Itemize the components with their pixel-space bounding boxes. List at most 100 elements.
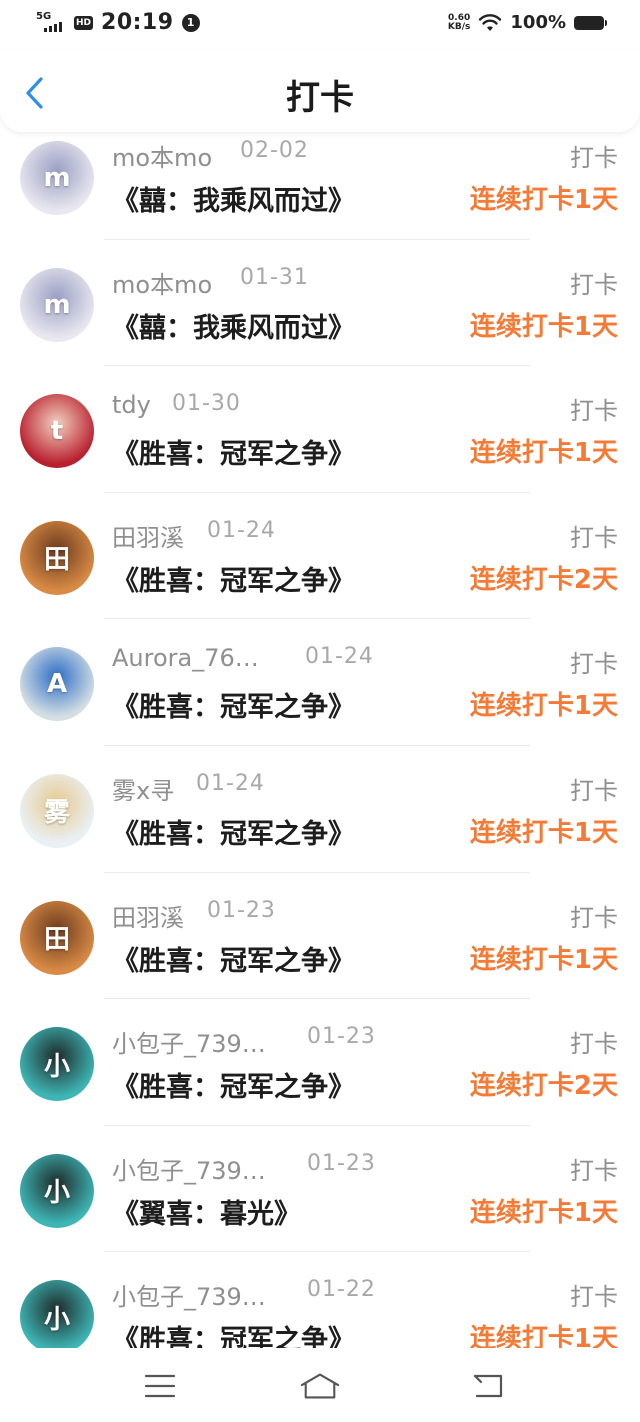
checkin-item[interactable]: t tdy 01-30 打卡 《胜喜：冠军之争》 连续打卡1天 xyxy=(0,366,640,493)
streak-label: 连续打卡2天 xyxy=(469,564,618,595)
user-name[interactable]: 雾x寻 xyxy=(112,771,174,806)
avatar-initial: 小 xyxy=(43,1051,70,1082)
streak-label: 连续打卡1天 xyxy=(469,1197,618,1228)
checkin-item[interactable]: 小 小包子_739… 01-23 打卡 《翼喜：暮光》 连续打卡1天 xyxy=(0,1126,640,1253)
avatar[interactable]: m xyxy=(20,141,94,215)
checkin-action-label: 打卡 xyxy=(570,523,618,552)
user-name[interactable]: mo本mo xyxy=(112,265,212,300)
avatar[interactable]: m xyxy=(20,267,94,342)
book-title[interactable]: 《胜喜：冠军之争》 xyxy=(112,939,355,978)
menu-icon xyxy=(144,1374,176,1398)
streak-label: 连续打卡1天 xyxy=(469,944,618,975)
menu-button[interactable] xyxy=(140,1366,180,1406)
home-button[interactable] xyxy=(300,1366,340,1406)
checkin-item[interactable]: 小 小包子_739… 01-22 打卡 《胜喜：冠军之争》 连续打卡1天 xyxy=(0,1252,640,1348)
checkin-date: 01-24 xyxy=(207,517,276,543)
book-title[interactable]: 《胜喜：冠军之争》 xyxy=(112,812,355,851)
checkin-action-label: 打卡 xyxy=(570,397,618,426)
avatar-initial: A xyxy=(46,669,68,700)
checkin-date: 01-23 xyxy=(207,897,276,923)
clock: 20:19 xyxy=(101,10,174,35)
streak-label: 连续打卡1天 xyxy=(469,691,618,722)
checkin-date: 01-31 xyxy=(240,264,309,290)
streak-label: 连续打卡1天 xyxy=(469,311,618,342)
checkin-action-label: 打卡 xyxy=(570,1283,618,1312)
book-title[interactable]: 《囍：我乘风而过》 xyxy=(112,179,355,218)
user-name[interactable]: 田羽溪 xyxy=(112,518,184,553)
status-bar: 5G HD 20:19 1 0.60 KB/s 100% xyxy=(0,0,640,50)
hd-badge: HD xyxy=(74,15,94,30)
checkin-date: 01-23 xyxy=(307,1024,376,1050)
checkin-list[interactable]: m mo本mo 02-02 打卡 《囍：我乘风而过》 连续打卡1天 m mo本m… xyxy=(0,113,640,1348)
avatar-initial: m xyxy=(43,289,71,320)
user-name[interactable]: tdy xyxy=(112,391,151,419)
return-icon xyxy=(473,1374,503,1398)
checkin-date: 01-30 xyxy=(172,391,241,417)
checkin-date: 02-02 xyxy=(240,138,309,163)
avatar-initial: 小 xyxy=(43,1304,70,1335)
streak-label: 连续打卡1天 xyxy=(469,1324,618,1348)
user-name[interactable]: Aurora_76… xyxy=(112,644,259,672)
user-name[interactable]: 小包子_739… xyxy=(112,1151,266,1186)
return-button[interactable] xyxy=(468,1366,508,1406)
network-type: 5G xyxy=(36,10,52,22)
user-name[interactable]: mo本mo xyxy=(112,138,212,173)
avatar-initial: 田 xyxy=(43,925,70,956)
avatar[interactable]: 小 xyxy=(20,1153,94,1228)
network-speed: 0.60 KB/s xyxy=(447,13,471,32)
avatar[interactable]: 田 xyxy=(20,520,94,595)
home-icon xyxy=(300,1373,340,1399)
streak-label: 连续打卡1天 xyxy=(469,185,618,215)
book-title[interactable]: 《胜喜：冠军之争》 xyxy=(112,1318,355,1348)
book-title[interactable]: 《胜喜：冠军之争》 xyxy=(112,432,355,471)
checkin-item[interactable]: 小 小包子_739… 01-23 打卡 《胜喜：冠军之争》 连续打卡2天 xyxy=(0,999,640,1126)
checkin-date: 01-24 xyxy=(305,644,374,670)
checkin-action-label: 打卡 xyxy=(570,903,618,932)
notification-badge: 1 xyxy=(181,13,200,32)
battery-icon xyxy=(574,15,607,30)
avatar[interactable]: A xyxy=(20,647,94,722)
speed-unit: KB/s xyxy=(447,21,471,32)
checkin-item[interactable]: 田 田羽溪 01-24 打卡 《胜喜：冠军之争》 连续打卡2天 xyxy=(0,493,640,620)
checkin-action-label: 打卡 xyxy=(570,1156,618,1185)
book-title[interactable]: 《囍：我乘风而过》 xyxy=(112,306,355,345)
checkin-item[interactable]: 雾 雾x寻 01-24 打卡 《胜喜：冠军之争》 连续打卡1天 xyxy=(0,746,640,873)
avatar[interactable]: 田 xyxy=(20,900,94,975)
wifi-icon xyxy=(479,13,502,31)
checkin-item[interactable]: 田 田羽溪 01-23 打卡 《胜喜：冠军之争》 连续打卡1天 xyxy=(0,873,640,1000)
checkin-action-label: 打卡 xyxy=(570,270,618,299)
user-name[interactable]: 小包子_739… xyxy=(112,1277,266,1312)
streak-label: 连续打卡1天 xyxy=(469,438,618,469)
avatar-initial: t xyxy=(50,416,64,447)
user-name[interactable]: 小包子_739… xyxy=(112,1024,266,1059)
page-title: 打卡 xyxy=(286,78,354,118)
app-header: 打卡 xyxy=(0,50,640,132)
avatar-initial: 小 xyxy=(43,1178,70,1209)
user-name[interactable]: 田羽溪 xyxy=(112,898,184,933)
system-nav-bar xyxy=(0,1348,640,1422)
checkin-date: 01-22 xyxy=(307,1277,376,1303)
checkin-date: 01-23 xyxy=(307,1150,376,1176)
checkin-action-label: 打卡 xyxy=(570,650,618,679)
checkin-action-label: 打卡 xyxy=(570,144,618,172)
checkin-action-label: 打卡 xyxy=(570,776,618,805)
avatar-initial: 田 xyxy=(43,545,70,576)
book-title[interactable]: 《胜喜：冠军之争》 xyxy=(112,685,355,724)
battery-percent: 100% xyxy=(510,12,566,33)
avatar[interactable]: 雾 xyxy=(20,773,94,848)
streak-label: 连续打卡1天 xyxy=(469,817,618,848)
book-title[interactable]: 《胜喜：冠军之争》 xyxy=(112,1065,355,1104)
book-title[interactable]: 《翼喜：暮光》 xyxy=(112,1192,301,1231)
checkin-item[interactable]: m mo本mo 01-31 打卡 《囍：我乘风而过》 连续打卡1天 xyxy=(0,240,640,367)
checkin-item[interactable]: A Aurora_76… 01-24 打卡 《胜喜：冠军之争》 连续打卡1天 xyxy=(0,619,640,746)
book-title[interactable]: 《胜喜：冠军之争》 xyxy=(112,559,355,598)
signal-icon: 5G xyxy=(36,10,66,34)
checkin-action-label: 打卡 xyxy=(570,1030,618,1059)
streak-label: 连续打卡2天 xyxy=(469,1071,618,1102)
avatar[interactable]: 小 xyxy=(20,1027,94,1102)
avatar-initial: m xyxy=(43,163,71,193)
avatar[interactable]: 小 xyxy=(20,1280,94,1348)
avatar-initial: 雾 xyxy=(43,798,70,829)
checkin-date: 01-24 xyxy=(196,770,265,796)
avatar[interactable]: t xyxy=(20,394,94,469)
